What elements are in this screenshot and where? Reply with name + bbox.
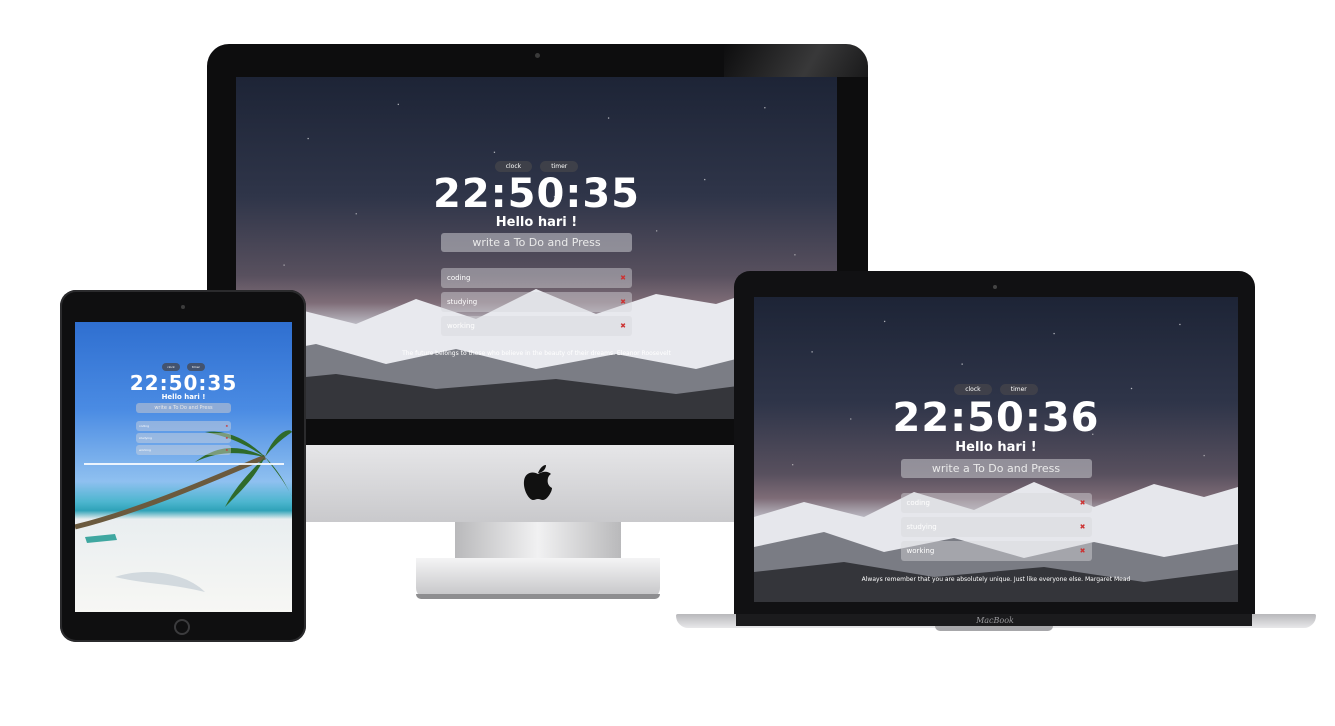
delete-icon[interactable]: ✖ (1080, 523, 1086, 531)
clock-display: 22:50:35 (433, 171, 640, 217)
timer-toggle[interactable]: timer (186, 363, 205, 371)
todo-item: working ✖ (441, 316, 632, 336)
delete-icon[interactable]: ✖ (620, 274, 626, 282)
todo-item: coding ✖ (136, 421, 231, 431)
ipad-screen: clock timer 22:50:35 Hello hari ! write … (75, 322, 292, 612)
todo-text: studying (906, 523, 937, 531)
todo-item: coding ✖ (441, 268, 632, 288)
todo-text: working (906, 547, 935, 555)
imac-stand (455, 522, 621, 558)
greeting: Hello hari ! (495, 215, 578, 230)
apple-logo-icon (518, 458, 558, 506)
laptop-notch (935, 626, 1053, 631)
delete-icon[interactable]: ✖ (620, 298, 626, 306)
todo-input[interactable]: write a To Do and Press (136, 403, 231, 413)
todo-input[interactable]: write a To Do and Press (900, 459, 1092, 478)
todo-text: coding (139, 424, 150, 428)
clock-toggle[interactable]: clock (954, 384, 992, 395)
imac-foot (416, 558, 660, 598)
delete-icon[interactable]: ✖ (225, 436, 228, 440)
clock-display: 22:50:35 (129, 371, 238, 395)
todo-text: studying (139, 436, 152, 440)
todo-text: working (447, 322, 475, 330)
todo-text: coding (447, 274, 471, 282)
delete-icon[interactable]: ✖ (1080, 547, 1086, 555)
quote-text: Always remember that you are absolutely … (861, 576, 1131, 583)
clock-display: 22:50:36 (892, 395, 1100, 441)
ipad-camera (181, 305, 185, 309)
ipad-app: clock timer 22:50:35 Hello hari ! write … (75, 322, 292, 465)
timer-toggle[interactable]: timer (999, 384, 1038, 395)
imac-foot-edge (416, 594, 660, 599)
todo-text: coding (906, 499, 930, 507)
delete-icon[interactable]: ✖ (225, 448, 228, 452)
delete-icon[interactable]: ✖ (225, 424, 228, 428)
greeting: Hello hari ! (161, 393, 206, 401)
laptop-app: clock timer 22:50:36 Hello hari ! write … (754, 297, 1238, 583)
todo-item: studying ✖ (441, 292, 632, 312)
quote-text (83, 463, 284, 465)
imac-camera (535, 53, 540, 58)
todo-input[interactable]: write a To Do and Press (441, 233, 632, 252)
laptop-screen: clock timer 22:50:36 Hello hari ! write … (754, 297, 1238, 602)
todo-text: studying (447, 298, 478, 306)
greeting: Hello hari ! (955, 440, 1037, 455)
imac-glare (724, 44, 868, 77)
todo-text: working (139, 448, 151, 452)
clock-toggle[interactable]: clock (162, 363, 180, 371)
ipad-home-button[interactable] (174, 619, 190, 635)
todo-item: working ✖ (900, 541, 1092, 561)
delete-icon[interactable]: ✖ (620, 322, 626, 330)
todo-item: studying ✖ (900, 517, 1092, 537)
todo-item: working ✖ (136, 445, 231, 455)
delete-icon[interactable]: ✖ (1080, 499, 1086, 507)
laptop-camera (993, 285, 997, 289)
todo-item: coding ✖ (900, 493, 1092, 513)
laptop-brand-label: MacBook (976, 616, 1014, 625)
todo-item: studying ✖ (136, 433, 231, 443)
